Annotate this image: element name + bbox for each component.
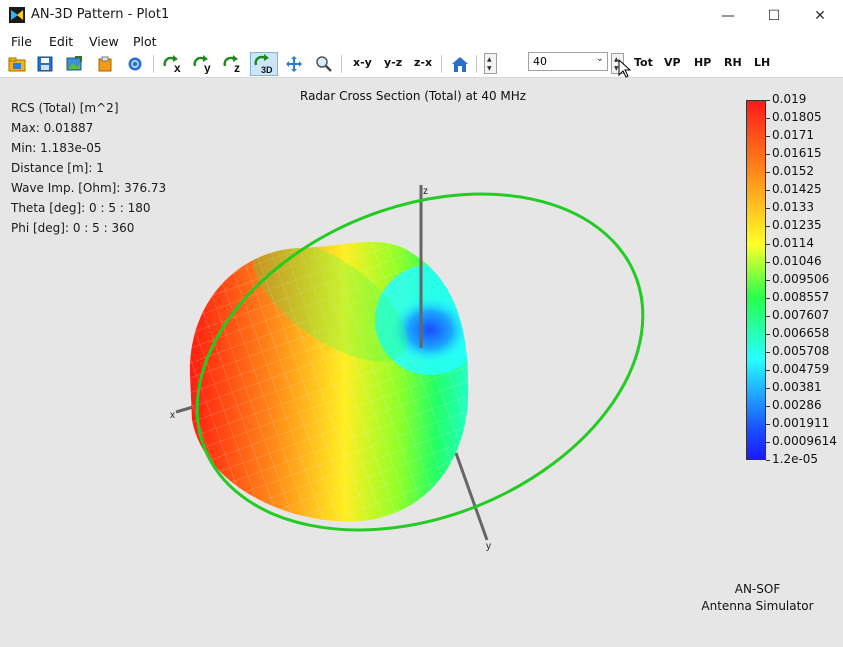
y-axis-label: y xyxy=(486,541,491,552)
colorbar-label: 0.008557 xyxy=(772,290,830,304)
colorbar-label: 0.0009614 xyxy=(772,434,837,448)
colorbar-label: 0.0171 xyxy=(772,128,814,142)
colorbar-tick xyxy=(766,442,770,443)
colorbar-label: 0.00381 xyxy=(772,380,822,394)
colorbar-label: 0.01046 xyxy=(772,254,822,268)
colorbar-tick xyxy=(766,262,770,263)
colorbar-tick xyxy=(766,100,770,101)
colorbar-tick xyxy=(766,388,770,389)
colorbar-label: 0.001911 xyxy=(772,416,830,430)
colorbar-label: 0.01615 xyxy=(772,146,822,160)
colorbar-label: 0.0152 xyxy=(772,164,814,178)
colorbar-tick xyxy=(766,118,770,119)
colorbar-tick xyxy=(766,136,770,137)
colorbar-label: 0.0133 xyxy=(772,200,814,214)
colorbar-label: 0.004759 xyxy=(772,362,830,376)
brand-subtitle: Antenna Simulator xyxy=(701,599,814,613)
colorbar-tick xyxy=(766,298,770,299)
brand-text: AN-SOF Antenna Simulator xyxy=(700,581,815,615)
colorbar-tick xyxy=(766,190,770,191)
colorbar-tick xyxy=(766,460,770,461)
colorbar-tick xyxy=(766,280,770,281)
colorbar-tick xyxy=(766,424,770,425)
colorbar-tick xyxy=(766,154,770,155)
colorbar-tick xyxy=(766,334,770,335)
colorbar-label: 0.0114 xyxy=(772,236,814,250)
app-window: AN-3D Pattern - Plot1 — ☐ ✕ File Edit Vi… xyxy=(0,0,843,647)
colorbar-tick xyxy=(766,352,770,353)
colorbar-label: 0.00286 xyxy=(772,398,822,412)
colorbar-tick xyxy=(766,316,770,317)
colorbar-tick xyxy=(766,406,770,407)
y-axis-line xyxy=(454,452,489,541)
colorbar-label: 0.01235 xyxy=(772,218,822,232)
z-axis-label: z xyxy=(423,186,428,197)
colorbar-label: 0.019 xyxy=(772,92,807,106)
colorbar xyxy=(746,100,766,460)
colorbar-label: 0.01425 xyxy=(772,182,822,196)
colorbar-tick xyxy=(766,208,770,209)
colorbar-tick xyxy=(766,226,770,227)
colorbar-label: 0.009506 xyxy=(772,272,830,286)
colorbar-label: 0.01805 xyxy=(772,110,822,124)
colorbar-tick xyxy=(766,244,770,245)
colorbar-tick xyxy=(766,370,770,371)
colorbar-label: 1.2e-05 xyxy=(772,452,819,466)
colorbar-tick xyxy=(766,172,770,173)
brand-name: AN-SOF xyxy=(734,582,781,596)
x-axis-label: x xyxy=(170,410,175,421)
colorbar-label: 0.005708 xyxy=(772,344,830,358)
colorbar-label: 0.007607 xyxy=(772,308,830,322)
colorbar-label: 0.006658 xyxy=(772,326,830,340)
pattern-3d-view[interactable]: x z y xyxy=(0,0,843,647)
